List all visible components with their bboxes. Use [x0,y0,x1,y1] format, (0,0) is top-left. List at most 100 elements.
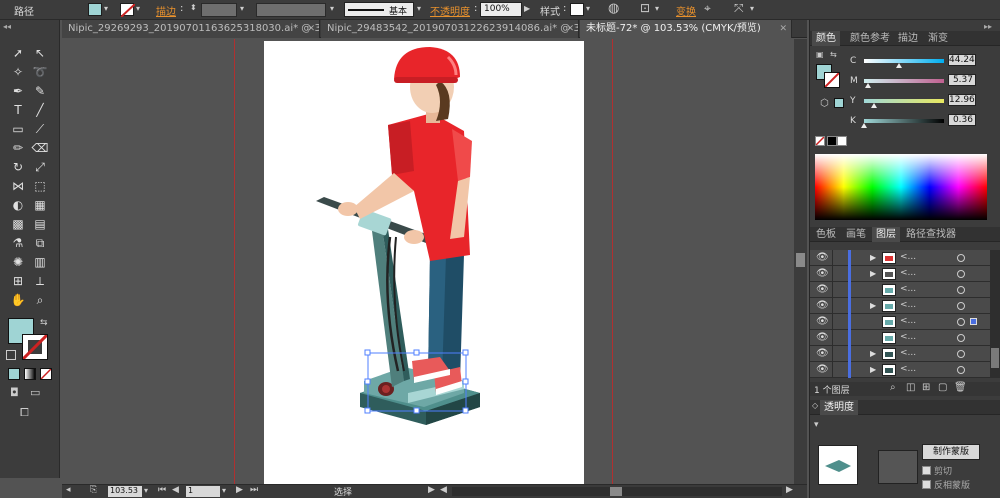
new-sublayer-icon[interactable]: ⊞ [922,382,930,393]
channel-slider-thumb[interactable] [865,83,871,88]
status-menu-icon[interactable]: ▶ [428,485,435,495]
tab-brushes[interactable]: 画笔 [842,227,870,242]
layer-name[interactable]: <... [900,252,916,262]
brush-dropdown-icon[interactable]: ▾ [417,4,421,13]
tab-transparency[interactable]: 透明度 [820,400,858,415]
page-dropdown-icon[interactable]: ▾ [222,486,226,495]
scale-tool-icon[interactable]: ⤢ [30,158,50,176]
stroke-label[interactable]: 描边 [156,3,176,18]
magic-wand-tool-icon[interactable]: ✧ [8,63,28,81]
channel-value-m[interactable]: 5.37 [948,74,976,86]
eye-icon[interactable]: 👁 [816,300,829,311]
channel-value-y[interactable]: 12.96 [948,94,976,106]
collapse-panels-icon[interactable]: ▸▸ [984,22,992,31]
lasso-tool-icon[interactable]: ➰ [30,63,50,81]
stroke-weight-stepper-icon[interactable]: ⬍ [190,3,197,12]
black-swatch[interactable] [827,136,837,146]
panel-menu-icon[interactable]: ▾ [750,4,754,13]
stroke-color-box[interactable] [21,333,49,361]
align-dropdown-icon[interactable]: ▾ [655,4,659,13]
change-screen-mode-icon[interactable]: ⧠ [20,406,29,420]
color-mode-icon[interactable] [8,368,20,380]
blend-mode-dropdown[interactable]: ▾ [814,420,819,430]
next-page-icon[interactable]: ▶ [236,485,243,495]
target-icon[interactable] [957,334,965,342]
selected-art-indicator[interactable] [970,318,977,325]
channel-slider-c[interactable] [864,59,944,63]
layer-name[interactable]: <... [900,300,916,310]
channel-slider-thumb[interactable] [861,123,867,128]
channel-slider-thumb[interactable] [871,103,878,108]
opacity-label[interactable]: 不透明度 [430,3,470,18]
isolate-icon[interactable]: ⤧ [734,1,744,16]
tab-document-1[interactable]: Nipic_29269293_20190701163625318030.ai* … [62,20,320,38]
hscroll-right-icon[interactable]: ▶ [786,485,793,495]
close-icon[interactable]: ✕ [566,20,574,38]
slice-tool-icon[interactable]: ⟂ [30,272,50,290]
rectangle-tool-icon[interactable]: ▭ [8,120,28,138]
variable-width-dropdown-icon[interactable]: ▾ [330,4,334,13]
close-icon[interactable]: ✕ [779,20,787,38]
target-icon[interactable] [957,270,965,278]
target-icon[interactable] [957,286,965,294]
layer-row[interactable]: 👁 <... [810,282,990,298]
symbol-sprayer-tool-icon[interactable]: ✺ [8,253,28,271]
last-page-icon[interactable]: ⏭ [250,485,258,495]
close-icon[interactable]: ✕ [307,20,315,38]
layer-row[interactable]: 👁 ▶ <... [810,250,990,266]
zoom-tool-icon[interactable]: ⌕ [30,291,50,309]
panel-toggle-icon[interactable]: ◇ [812,401,818,410]
expand-icon[interactable]: ▶ [870,269,876,278]
first-page-icon[interactable]: ⏮ [158,485,166,495]
zoom-dropdown-icon[interactable]: ▾ [144,486,148,495]
brush-definition-field[interactable]: 基本 [344,2,414,17]
eraser-tool-icon[interactable]: ⌫ [30,139,50,157]
small-swatch-icon[interactable]: ▣ [816,50,824,59]
line-tool-icon[interactable]: ╱ [30,101,50,119]
fill-swatch[interactable] [88,3,102,16]
scooter-rider-illustration[interactable] [264,41,584,484]
gamut-swatch[interactable] [834,98,844,108]
curvature-tool-icon[interactable]: ✎ [30,82,50,100]
swap-colors-icon[interactable]: ⇆ [40,318,48,328]
out-of-gamut-icon[interactable]: ⬡ [820,98,829,109]
channel-slider-k[interactable] [864,119,944,123]
expand-icon[interactable]: ▶ [870,253,876,262]
vertical-scrollbar[interactable] [794,39,807,484]
target-icon[interactable] [957,318,965,326]
expand-icon[interactable]: ▶ [870,301,876,310]
hscroll-left-icon[interactable]: ◀ [440,485,447,495]
opacity-dropdown-icon[interactable]: ▶ [524,4,530,13]
transform-label[interactable]: 变换 [676,3,696,18]
perspective-grid-tool-icon[interactable]: ▦ [30,196,50,214]
transform-icon[interactable]: ⌖ [704,1,711,16]
stroke-weight-dropdown-icon[interactable]: ▾ [240,4,244,13]
new-layer-icon[interactable]: ▢ [938,382,947,393]
layer-row[interactable]: 👁 <... [810,314,990,330]
layer-name[interactable]: <... [900,284,916,294]
pen-tool-icon[interactable]: ✒ [8,82,28,100]
layer-name[interactable]: <... [900,316,916,326]
layer-row[interactable]: 👁 <... [810,330,990,346]
eye-icon[interactable]: 👁 [816,268,829,279]
layer-row[interactable]: 👁 ▶ <... [810,346,990,362]
prev-page-icon[interactable]: ◀ [172,485,179,495]
scroll-thumb[interactable] [796,253,805,267]
blend-tool-icon[interactable]: ⧉ [30,234,50,252]
tab-document-2[interactable]: Nipic_29483542_20190703122623914086.ai* … [321,20,579,38]
gradient-mode-icon[interactable] [24,368,36,380]
gradient-tool-icon[interactable]: ▤ [30,215,50,233]
canvas[interactable] [62,39,793,484]
tab-stroke[interactable]: 描边 [894,31,922,46]
tab-layers[interactable]: 图层 [872,227,900,242]
hscroll-thumb[interactable] [610,487,622,496]
tab-document-3[interactable]: 未标题-72* @ 103.53% (CMYK/预览) ✕ [580,20,792,38]
drawing-mode-icon[interactable]: ◘ [10,386,19,399]
layer-name[interactable]: <... [900,364,916,374]
eye-icon[interactable]: 👁 [816,316,829,327]
width-tool-icon[interactable]: ⋈ [8,177,28,195]
color-spectrum[interactable] [815,154,987,220]
layer-row[interactable]: 👁 ▶ <... [810,266,990,282]
opacity-input[interactable]: 100% [480,2,522,17]
layers-scrollbar[interactable] [990,250,1000,378]
